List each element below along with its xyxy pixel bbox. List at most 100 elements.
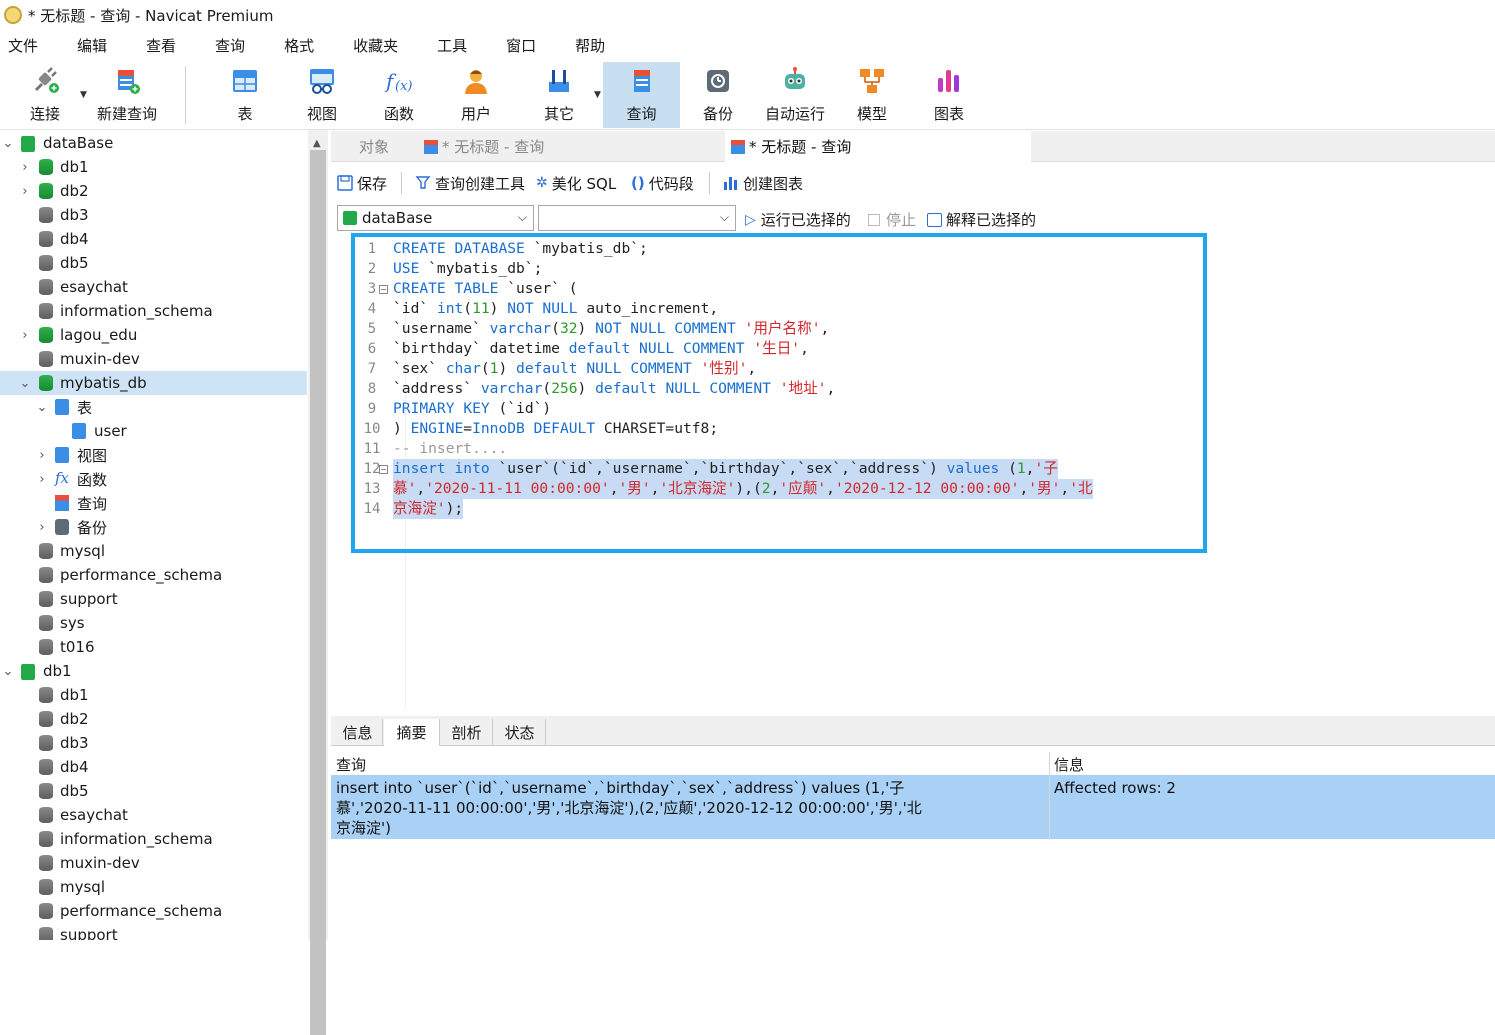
- tree-db[interactable]: db1: [0, 683, 307, 707]
- auto-run-button[interactable]: 自动运行: [762, 62, 828, 128]
- tree-db[interactable]: db4: [0, 755, 307, 779]
- tree-node-backups[interactable]: › 备份: [0, 515, 307, 539]
- tree-db[interactable]: mysql: [0, 875, 307, 899]
- tree-db[interactable]: information_schema: [0, 299, 307, 323]
- menu-query[interactable]: 查询: [207, 35, 245, 56]
- query-builder-button[interactable]: 查询创建工具: [415, 173, 525, 194]
- tree-db[interactable]: db3: [0, 203, 307, 227]
- tree-db[interactable]: performance_schema: [0, 899, 307, 923]
- schema-select[interactable]: ⌵: [538, 205, 736, 231]
- chevron-down-icon[interactable]: ⌄: [36, 400, 48, 415]
- database-icon: [39, 735, 53, 751]
- tree-label: 备份: [77, 518, 108, 537]
- new-query-button[interactable]: 新建查询: [94, 62, 160, 128]
- tree-db[interactable]: performance_schema: [0, 563, 307, 587]
- query-button[interactable]: 查询: [603, 62, 680, 128]
- other-dropdown-icon[interactable]: ▼: [594, 90, 601, 100]
- beautify-sql-button[interactable]: ✲ 美化 SQL: [536, 173, 616, 194]
- chevron-right-icon[interactable]: ›: [19, 184, 31, 199]
- connect-button[interactable]: 连接: [22, 62, 68, 128]
- chevron-right-icon[interactable]: ›: [19, 328, 31, 343]
- tree-db[interactable]: muxin-dev: [0, 347, 307, 371]
- menu-favorites[interactable]: 收藏夹: [345, 35, 398, 56]
- tab-objects[interactable]: 对象: [331, 131, 417, 162]
- chevron-down-icon[interactable]: ⌄: [2, 136, 14, 151]
- database-icon: [39, 183, 53, 199]
- tree-connection-database[interactable]: ⌄ dataBase: [0, 131, 307, 155]
- menu-help[interactable]: 帮助: [567, 35, 605, 56]
- chevron-right-icon[interactable]: ›: [19, 160, 31, 175]
- user-label: 用户: [460, 105, 491, 123]
- menu-format[interactable]: 格式: [276, 35, 314, 56]
- tab-query-2[interactable]: * 无标题 - 查询: [725, 131, 1031, 162]
- tree-db[interactable]: information_schema: [0, 827, 307, 851]
- sidebar-scrollbar[interactable]: ▲: [308, 130, 328, 1035]
- view-button[interactable]: 视图: [299, 62, 345, 128]
- tree-db[interactable]: mysql: [0, 539, 307, 563]
- tree-node-views[interactable]: › 视图: [0, 443, 307, 467]
- menu-view[interactable]: 查看: [138, 35, 176, 56]
- tree-db[interactable]: db5: [0, 779, 307, 803]
- table-button[interactable]: 表: [222, 62, 268, 128]
- tree-db[interactable]: esaychat: [0, 275, 307, 299]
- explain-selected-button[interactable]: 解释已选择的: [927, 209, 1036, 230]
- tree-db[interactable]: support: [0, 587, 307, 611]
- database-icon: [39, 615, 53, 631]
- scrollbar-thumb[interactable]: [310, 150, 326, 1035]
- tree-db[interactable]: › db2: [0, 179, 307, 203]
- menu-tools[interactable]: 工具: [429, 35, 467, 56]
- tree-db[interactable]: › lagou_edu: [0, 323, 307, 347]
- beautify-label: 美化 SQL: [551, 174, 617, 193]
- tab-profile[interactable]: 剖析: [441, 719, 493, 746]
- run-selected-button[interactable]: ▷ 运行已选择的: [745, 209, 851, 230]
- stop-button[interactable]: 停止: [868, 209, 916, 230]
- backup-button[interactable]: 备份: [695, 62, 741, 128]
- function-button[interactable]: f (x) 函数: [376, 62, 422, 128]
- tree-db[interactable]: t016: [0, 635, 307, 659]
- tree-db[interactable]: db4: [0, 227, 307, 251]
- other-button[interactable]: 其它: [536, 62, 582, 128]
- tab-info[interactable]: 信息: [333, 719, 383, 746]
- model-button[interactable]: 模型: [849, 62, 895, 128]
- tree-node-queries[interactable]: 查询: [0, 491, 307, 515]
- tab-status[interactable]: 状态: [494, 719, 546, 746]
- create-chart-button[interactable]: 创建图表: [723, 173, 803, 194]
- menu-window[interactable]: 窗口: [498, 35, 536, 56]
- result-row[interactable]: insert into `user`(`id`,`username`,`birt…: [331, 775, 1495, 839]
- tree-db[interactable]: support: [0, 923, 307, 940]
- tree-db-selected[interactable]: ⌄ mybatis_db: [0, 371, 307, 395]
- connect-dropdown-icon[interactable]: ▼: [80, 90, 87, 100]
- tree-db[interactable]: muxin-dev: [0, 851, 307, 875]
- column-header-query[interactable]: 查询: [336, 754, 366, 775]
- tree-node-functions[interactable]: › fx 函数: [0, 467, 307, 491]
- main-toolbar: 连接 ▼ 新建查询 表 视图 f (x) 函数 用户 其它 ▼ 查询 备份 自动…: [0, 60, 1495, 130]
- tree-db[interactable]: esaychat: [0, 803, 307, 827]
- tree-db[interactable]: db5: [0, 251, 307, 275]
- database-icon: [39, 855, 53, 871]
- connect-label: 连接: [29, 105, 60, 123]
- tree-table-user[interactable]: user: [0, 419, 307, 443]
- chevron-right-icon[interactable]: ›: [36, 448, 48, 463]
- tab-summary[interactable]: 摘要: [384, 719, 440, 746]
- tree-db[interactable]: sys: [0, 611, 307, 635]
- scroll-up-icon[interactable]: ▲: [313, 138, 321, 149]
- tree-node-tables[interactable]: ⌄ 表: [0, 395, 307, 419]
- save-button[interactable]: 保存: [337, 173, 387, 194]
- tree-connection-db1[interactable]: ⌄ db1: [0, 659, 307, 683]
- chevron-down-icon[interactable]: ⌄: [19, 376, 31, 391]
- user-button[interactable]: 用户: [453, 62, 499, 128]
- tree-db[interactable]: db3: [0, 731, 307, 755]
- chevron-down-icon[interactable]: ⌄: [2, 664, 14, 679]
- user-icon: [461, 66, 491, 96]
- chevron-right-icon[interactable]: ›: [36, 520, 48, 535]
- code-snippet-button[interactable]: () 代码段: [631, 173, 694, 194]
- menu-edit[interactable]: 编辑: [69, 35, 107, 56]
- database-select[interactable]: dataBase ⌵: [337, 205, 534, 231]
- tree-db[interactable]: › db1: [0, 155, 307, 179]
- menu-file[interactable]: 文件: [0, 35, 38, 56]
- chart-button[interactable]: 图表: [926, 62, 972, 128]
- tree-db[interactable]: db2: [0, 707, 307, 731]
- tab-query-1[interactable]: * 无标题 - 查询: [418, 131, 724, 162]
- column-header-info[interactable]: 信息: [1054, 754, 1084, 775]
- chevron-right-icon[interactable]: ›: [36, 472, 48, 487]
